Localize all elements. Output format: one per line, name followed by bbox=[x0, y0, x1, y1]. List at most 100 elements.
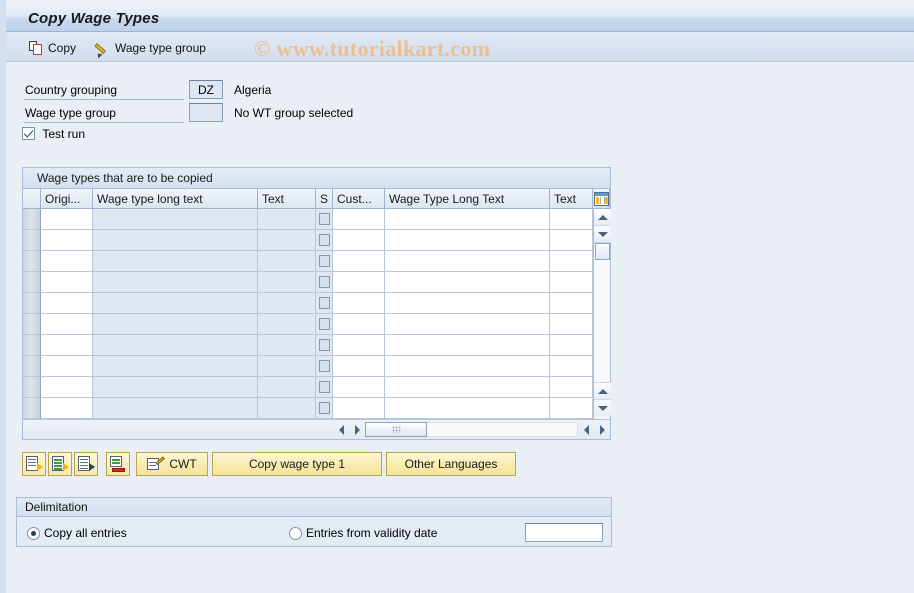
table-cell-orig[interactable] bbox=[41, 314, 93, 335]
delete-line-button[interactable] bbox=[106, 452, 130, 476]
copy-all-entries-radio[interactable]: Copy all entries bbox=[27, 526, 127, 540]
table-cell-orig[interactable] bbox=[41, 272, 93, 293]
table-cell-orig_txt[interactable] bbox=[93, 314, 258, 335]
copy-line-button[interactable] bbox=[48, 452, 72, 476]
column-header-orig_txt[interactable]: Wage type long text bbox=[93, 189, 258, 208]
table-config-icon[interactable] bbox=[593, 191, 609, 206]
column-header-cust[interactable]: Cust... bbox=[333, 189, 385, 208]
paste-line-button[interactable] bbox=[74, 452, 98, 476]
row-selector-cell[interactable] bbox=[23, 356, 41, 377]
table-cell-text2[interactable] bbox=[550, 377, 593, 398]
table-cell-s[interactable] bbox=[316, 209, 333, 230]
table-cell-orig_txt[interactable] bbox=[93, 356, 258, 377]
table-cell-orig_txt[interactable] bbox=[93, 398, 258, 419]
table-cell-s[interactable] bbox=[316, 293, 333, 314]
validity-date-input[interactable] bbox=[525, 523, 603, 542]
horizontal-scroll-thumb[interactable] bbox=[365, 422, 427, 437]
row-checkbox[interactable] bbox=[318, 255, 330, 267]
table-cell-text1[interactable] bbox=[258, 314, 316, 335]
table-cell-orig_txt[interactable] bbox=[93, 209, 258, 230]
table-row[interactable] bbox=[23, 230, 610, 251]
table-cell-orig_txt[interactable] bbox=[93, 293, 258, 314]
scroll-page-up-button[interactable] bbox=[594, 382, 611, 399]
table-cell-cust[interactable] bbox=[333, 398, 385, 419]
row-selector-cell[interactable] bbox=[23, 293, 41, 314]
table-row[interactable] bbox=[23, 272, 610, 293]
table-cell-cust_txt[interactable] bbox=[385, 398, 550, 419]
table-cell-text2[interactable] bbox=[550, 272, 593, 293]
column-header-cust_txt[interactable]: Wage Type Long Text bbox=[385, 189, 550, 208]
table-cell-s[interactable] bbox=[316, 272, 333, 293]
table-cell-text1[interactable] bbox=[258, 251, 316, 272]
table-cell-text1[interactable] bbox=[258, 293, 316, 314]
table-cell-cust[interactable] bbox=[333, 293, 385, 314]
table-row[interactable] bbox=[23, 293, 610, 314]
other-languages-button[interactable]: Other Languages bbox=[386, 452, 516, 476]
table-cell-text1[interactable] bbox=[258, 272, 316, 293]
table-cell-orig[interactable] bbox=[41, 209, 93, 230]
row-selector-cell[interactable] bbox=[23, 335, 41, 356]
hscroll-right-button[interactable] bbox=[349, 422, 365, 438]
scroll-down-button[interactable] bbox=[594, 226, 611, 243]
column-header-select[interactable] bbox=[23, 189, 41, 208]
row-checkbox[interactable] bbox=[318, 402, 330, 414]
row-selector-cell[interactable] bbox=[23, 398, 41, 419]
table-cell-cust_txt[interactable] bbox=[385, 293, 550, 314]
table-cell-cust[interactable] bbox=[333, 377, 385, 398]
table-row[interactable] bbox=[23, 314, 610, 335]
table-cell-text1[interactable] bbox=[258, 209, 316, 230]
table-cell-cust_txt[interactable] bbox=[385, 335, 550, 356]
row-selector-cell[interactable] bbox=[23, 209, 41, 230]
table-vertical-scrollbar[interactable] bbox=[593, 209, 611, 420]
table-cell-cust[interactable] bbox=[333, 251, 385, 272]
column-header-orig[interactable]: Origi... bbox=[41, 189, 93, 208]
test-run-checkbox[interactable] bbox=[22, 127, 35, 140]
table-cell-text2[interactable] bbox=[550, 209, 593, 230]
table-cell-cust_txt[interactable] bbox=[385, 314, 550, 335]
row-checkbox[interactable] bbox=[318, 360, 330, 372]
table-cell-text2[interactable] bbox=[550, 314, 593, 335]
insert-line-button[interactable] bbox=[22, 452, 46, 476]
row-checkbox[interactable] bbox=[318, 339, 330, 351]
wage-type-group-input[interactable] bbox=[189, 103, 223, 122]
table-cell-text1[interactable] bbox=[258, 377, 316, 398]
table-cell-cust_txt[interactable] bbox=[385, 272, 550, 293]
table-cell-cust[interactable] bbox=[333, 356, 385, 377]
table-cell-cust_txt[interactable] bbox=[385, 230, 550, 251]
vertical-scroll-thumb[interactable] bbox=[595, 243, 610, 260]
table-cell-orig[interactable] bbox=[41, 335, 93, 356]
table-row[interactable] bbox=[23, 398, 610, 419]
table-cell-orig_txt[interactable] bbox=[93, 230, 258, 251]
hscroll-right-button-2[interactable] bbox=[594, 422, 610, 438]
row-checkbox[interactable] bbox=[318, 213, 330, 225]
table-horizontal-scrollbar[interactable] bbox=[23, 419, 610, 439]
table-cell-cust_txt[interactable] bbox=[385, 251, 550, 272]
vertical-scroll-track[interactable] bbox=[594, 260, 610, 382]
row-checkbox[interactable] bbox=[318, 234, 330, 246]
cwt-button[interactable]: CWT bbox=[136, 452, 208, 476]
table-cell-cust[interactable] bbox=[333, 230, 385, 251]
column-header-text1[interactable]: Text bbox=[258, 189, 316, 208]
horizontal-scroll-track[interactable] bbox=[427, 422, 578, 437]
row-checkbox[interactable] bbox=[318, 318, 330, 330]
table-cell-cust_txt[interactable] bbox=[385, 356, 550, 377]
table-cell-text2[interactable] bbox=[550, 356, 593, 377]
table-cell-text2[interactable] bbox=[550, 398, 593, 419]
row-checkbox[interactable] bbox=[318, 276, 330, 288]
scroll-page-down-button[interactable] bbox=[594, 399, 611, 416]
entries-from-validity-date-radio[interactable]: Entries from validity date bbox=[289, 526, 437, 540]
row-selector-cell[interactable] bbox=[23, 377, 41, 398]
table-row[interactable] bbox=[23, 251, 610, 272]
table-row[interactable] bbox=[23, 356, 610, 377]
table-cell-cust_txt[interactable] bbox=[385, 377, 550, 398]
table-cell-cust[interactable] bbox=[333, 335, 385, 356]
table-cell-orig[interactable] bbox=[41, 230, 93, 251]
hscroll-left-button-2[interactable] bbox=[578, 422, 594, 438]
table-cell-cust[interactable] bbox=[333, 272, 385, 293]
table-settings-icon[interactable] bbox=[593, 189, 610, 208]
scroll-up-button[interactable] bbox=[594, 209, 611, 226]
table-cell-text2[interactable] bbox=[550, 251, 593, 272]
table-cell-s[interactable] bbox=[316, 230, 333, 251]
table-cell-text2[interactable] bbox=[550, 230, 593, 251]
table-cell-text1[interactable] bbox=[258, 356, 316, 377]
